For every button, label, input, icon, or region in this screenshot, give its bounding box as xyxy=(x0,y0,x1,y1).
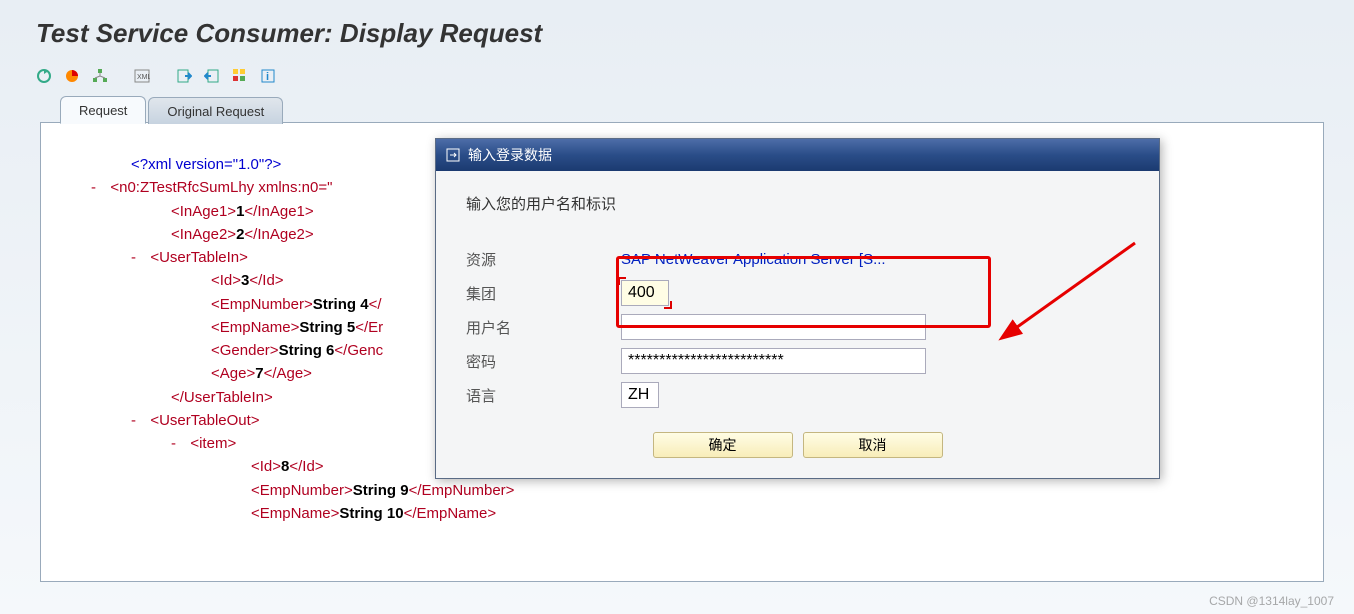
xml-tag: <InAge1> xyxy=(171,203,236,220)
client-input[interactable] xyxy=(621,280,669,306)
xml-tag: </Er xyxy=(355,319,383,336)
watermark: CSDN @1314lay_1007 xyxy=(1209,594,1334,608)
grid-down-icon[interactable] xyxy=(228,65,252,87)
hierarchy-icon[interactable] xyxy=(88,65,112,87)
svg-text:i: i xyxy=(266,71,269,83)
label-password: 密码 xyxy=(466,351,621,372)
xml-declaration: <?xml version="1.0"?> xyxy=(131,156,281,173)
xml-tag: <EmpNumber> xyxy=(211,296,313,313)
xml-tag: </ xyxy=(369,296,382,313)
xml-value: String 10 xyxy=(339,505,403,522)
xml-tag: </EmpNumber> xyxy=(409,482,515,499)
label-language: 语言 xyxy=(466,385,621,406)
xml-value: String 4 xyxy=(313,296,369,313)
xml-value: String 9 xyxy=(353,482,409,499)
label-resource: 资源 xyxy=(466,249,621,270)
info-icon[interactable]: i xyxy=(256,65,280,87)
xml-tag: </Age> xyxy=(264,365,312,382)
language-input[interactable] xyxy=(621,382,659,408)
label-client: 集团 xyxy=(466,283,621,304)
xml-tag: </Id> xyxy=(249,272,283,289)
xml-tag: </InAge2> xyxy=(244,226,313,243)
login-dialog: 输入登录数据 输入您的用户名和标识 资源 SAP NetWeaver Appli… xyxy=(435,138,1160,479)
xml-tag: <Gender> xyxy=(211,342,279,359)
toolbar: XML i xyxy=(0,59,1354,95)
xml-value: String 6 xyxy=(279,342,335,359)
cancel-button[interactable]: 取消 xyxy=(803,432,943,458)
pie-icon[interactable] xyxy=(60,65,84,87)
page-title: Test Service Consumer: Display Request xyxy=(36,18,1354,49)
xml-tag: <Age> xyxy=(211,365,255,382)
password-input[interactable] xyxy=(621,348,926,374)
tab-original-request[interactable]: Original Request xyxy=(148,97,283,124)
xml-tag: </EmpName> xyxy=(404,505,497,522)
dialog-titlebar[interactable]: 输入登录数据 xyxy=(436,139,1159,171)
xml-tag: </InAge1> xyxy=(244,203,313,220)
dialog-icon xyxy=(446,148,460,162)
xml-tag: <InAge2> xyxy=(171,226,236,243)
tab-request[interactable]: Request xyxy=(60,96,146,124)
xml-tag: <Id> xyxy=(251,458,281,475)
ok-button[interactable]: 确定 xyxy=(653,432,793,458)
xml-value: 7 xyxy=(255,365,263,382)
dialog-prompt: 输入您的用户名和标识 xyxy=(466,193,1129,214)
username-input[interactable] xyxy=(621,314,926,340)
xml-value: String 5 xyxy=(299,319,355,336)
xml-tag: <EmpNumber> xyxy=(251,482,353,499)
xml-root-ns: xmlns:n0=" xyxy=(254,179,332,196)
import-icon[interactable] xyxy=(172,65,196,87)
refresh-icon[interactable] xyxy=(32,65,56,87)
export-icon[interactable] xyxy=(200,65,224,87)
xml-tag: </UserTableIn> xyxy=(171,389,273,406)
xml-tag: <UserTableIn> xyxy=(150,249,248,266)
xml-tag: <EmpName> xyxy=(251,505,339,522)
xml-icon[interactable]: XML xyxy=(130,65,154,87)
xml-root-open: <n0:ZTestRfcSumLhy xyxy=(110,179,254,196)
xml-tag: <UserTableOut> xyxy=(150,412,259,429)
xml-tag: <item> xyxy=(190,435,236,452)
xml-tag: <EmpName> xyxy=(211,319,299,336)
label-user: 用户名 xyxy=(466,317,621,338)
value-resource: SAP NetWeaver Application Server [S... xyxy=(621,251,886,268)
svg-text:XML: XML xyxy=(137,74,150,81)
dialog-title: 输入登录数据 xyxy=(468,145,552,165)
xml-tag: </Genc xyxy=(334,342,383,359)
tabstrip: Request Original Request xyxy=(60,95,1354,123)
focus-corner-icon xyxy=(664,301,672,309)
xml-tag: <Id> xyxy=(211,272,241,289)
xml-tag: </Id> xyxy=(289,458,323,475)
